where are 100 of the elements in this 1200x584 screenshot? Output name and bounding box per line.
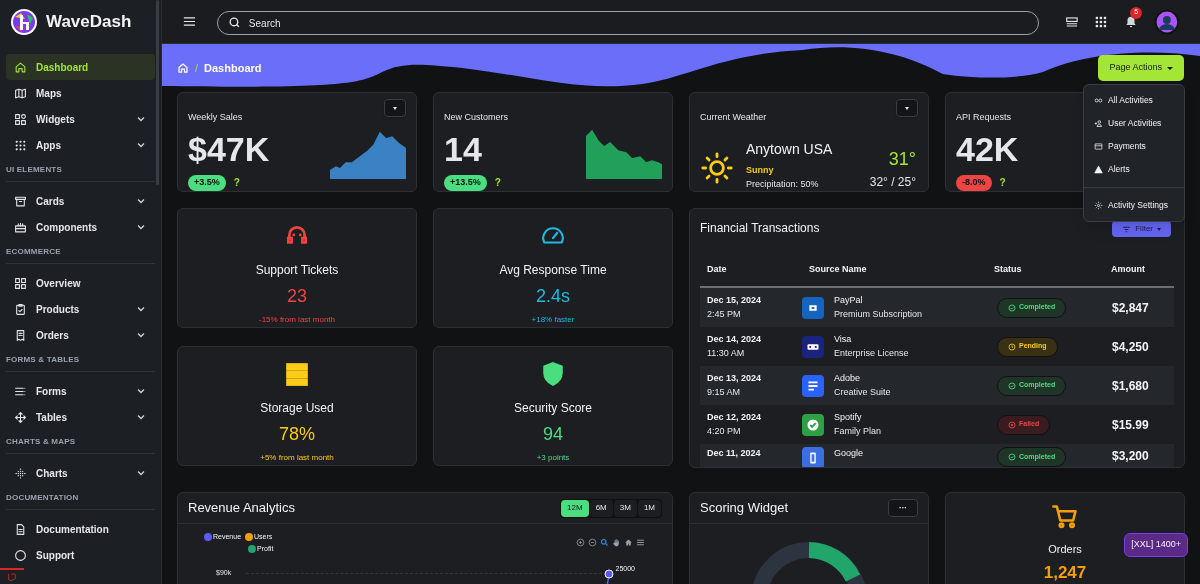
sidebar-item[interactable]: Maps [6, 80, 155, 106]
sidebar-item[interactable]: Forms [6, 378, 155, 404]
metric-note: -15% from last month [259, 314, 335, 326]
card-title: New Customers [444, 111, 508, 124]
home-icon[interactable] [624, 538, 633, 547]
table-cell-text: Creative Suite [834, 385, 892, 399]
layout-icon[interactable] [1064, 14, 1079, 29]
sidebar-item[interactable]: Apps [6, 132, 155, 158]
grid-icon [14, 138, 27, 152]
cart-icon [1051, 503, 1079, 531]
table-cell-text: 11:30 AM [707, 346, 746, 360]
clipboard-icon [14, 302, 27, 316]
table-cell-text: $2,847 [1112, 299, 1149, 317]
table-cell-text: Adobe [834, 372, 862, 385]
menu-icon[interactable] [636, 538, 645, 547]
metric-value: 23 [287, 285, 307, 308]
help-icon: ? [233, 175, 240, 191]
sidebar-item[interactable]: Overview [6, 270, 155, 296]
table-cell-text: Spotify [834, 411, 863, 424]
sidebar-item[interactable]: Documentation [6, 516, 155, 542]
zoom-in-icon[interactable] [576, 538, 585, 547]
table-cell-text: Dec 14, 2024 [707, 333, 763, 346]
table-cell-text: Dec 15, 2024 [707, 294, 763, 307]
sidebar-item[interactable]: Charts [6, 460, 155, 486]
home-icon[interactable] [177, 62, 189, 74]
table-cell-text: Dec 11, 2024 [707, 447, 762, 460]
apps-icon[interactable] [1094, 14, 1109, 29]
map-icon [14, 86, 27, 100]
sidebar-item[interactable]: Orders [6, 322, 155, 348]
search-icon [227, 15, 241, 29]
table-cell-text: $3,200 [1112, 448, 1149, 465]
card-title: Financial Transactions [700, 220, 820, 237]
metric-title: Support Tickets [255, 262, 339, 279]
archive-icon [14, 194, 27, 208]
sidebar-item[interactable]: Widgets [6, 106, 155, 132]
home-icon [14, 60, 27, 74]
gear-icon [1094, 201, 1103, 210]
menu-item[interactable]: Alerts [1084, 158, 1184, 181]
brand-name: WaveDash [46, 11, 132, 34]
widgets-icon [14, 112, 27, 126]
search-icon[interactable] [600, 538, 609, 547]
document-icon [14, 522, 27, 536]
metric-value: 2.4s [536, 285, 570, 308]
range-button[interactable]: 1M [637, 499, 661, 517]
sidebar-item[interactable]: Components [6, 214, 155, 240]
menu-icon[interactable] [182, 14, 197, 29]
metric-note: +18% faster [531, 314, 575, 326]
section-heading: CHARTS & MAPS [6, 436, 77, 448]
help-icon: ? [494, 175, 501, 191]
table-cell-text: $15.99 [1112, 416, 1149, 434]
change-badge: -8.0% [956, 175, 992, 191]
x-circle-icon [1008, 420, 1016, 429]
caret-icon [393, 106, 397, 110]
change-badge: +13.5% [444, 175, 487, 191]
sidebar-item[interactable]: Products [6, 296, 155, 322]
metric-value: 94 [543, 423, 563, 446]
menu-item[interactable]: Activity Settings [1084, 194, 1184, 217]
column-header: Status [994, 262, 1023, 276]
column-header: Date [707, 262, 728, 276]
menu-item[interactable]: User Activities [1084, 112, 1184, 135]
caret-icon [905, 106, 909, 110]
page-actions-button[interactable]: Page Actions [1099, 56, 1183, 80]
sidebar-item[interactable]: Dashboard [6, 54, 155, 80]
card-title: Scoring Widget [700, 499, 789, 518]
column-header: Amount [1111, 262, 1145, 276]
table-cell-text: Enterprise License [834, 346, 910, 360]
search-field[interactable]: Search [216, 11, 1039, 35]
stat-value: 42K [956, 129, 1019, 169]
avatar-icon[interactable] [1154, 8, 1180, 35]
zoom-out-icon[interactable] [588, 538, 597, 547]
more-button[interactable]: ··· [888, 499, 918, 517]
hand-icon[interactable] [612, 538, 621, 547]
change-badge: +3.5% [188, 175, 226, 191]
breadcrumb-separator: / [195, 60, 199, 76]
sidebar-item[interactable]: Support [6, 542, 155, 568]
section-heading: ECOMMERCE [6, 246, 62, 258]
menu-item[interactable]: All Activities [1084, 89, 1184, 112]
receipt-icon [14, 328, 27, 342]
metric-value: 78% [279, 423, 315, 446]
menu-item[interactable]: Payments [1084, 135, 1184, 158]
check-circle-icon [1008, 381, 1016, 390]
sidebar-item[interactable]: Tables [6, 404, 155, 430]
range-button[interactable]: 6M [589, 499, 613, 517]
metric-title: Avg Response Time [499, 262, 607, 279]
link-icon [1094, 96, 1103, 105]
weather-condition: Sunny [746, 164, 775, 177]
section-heading: DOCUMENTATION [6, 492, 80, 504]
metric-note: +3 points [536, 452, 570, 464]
range-button[interactable]: 12M [561, 499, 589, 517]
card-title: Revenue Analytics [188, 499, 295, 518]
grid-icon [14, 276, 27, 290]
gift-icon [14, 220, 27, 234]
warning-icon [1094, 165, 1103, 174]
sun-icon [700, 151, 734, 185]
table-cell-text: PayPal [834, 294, 864, 307]
table-cell-text: 9:15 AM [707, 385, 742, 399]
sidebar-item[interactable]: Cards [6, 188, 155, 214]
clock-icon [1008, 342, 1016, 351]
table-cell-text: Google [834, 447, 865, 460]
range-button[interactable]: 3M [613, 499, 637, 517]
